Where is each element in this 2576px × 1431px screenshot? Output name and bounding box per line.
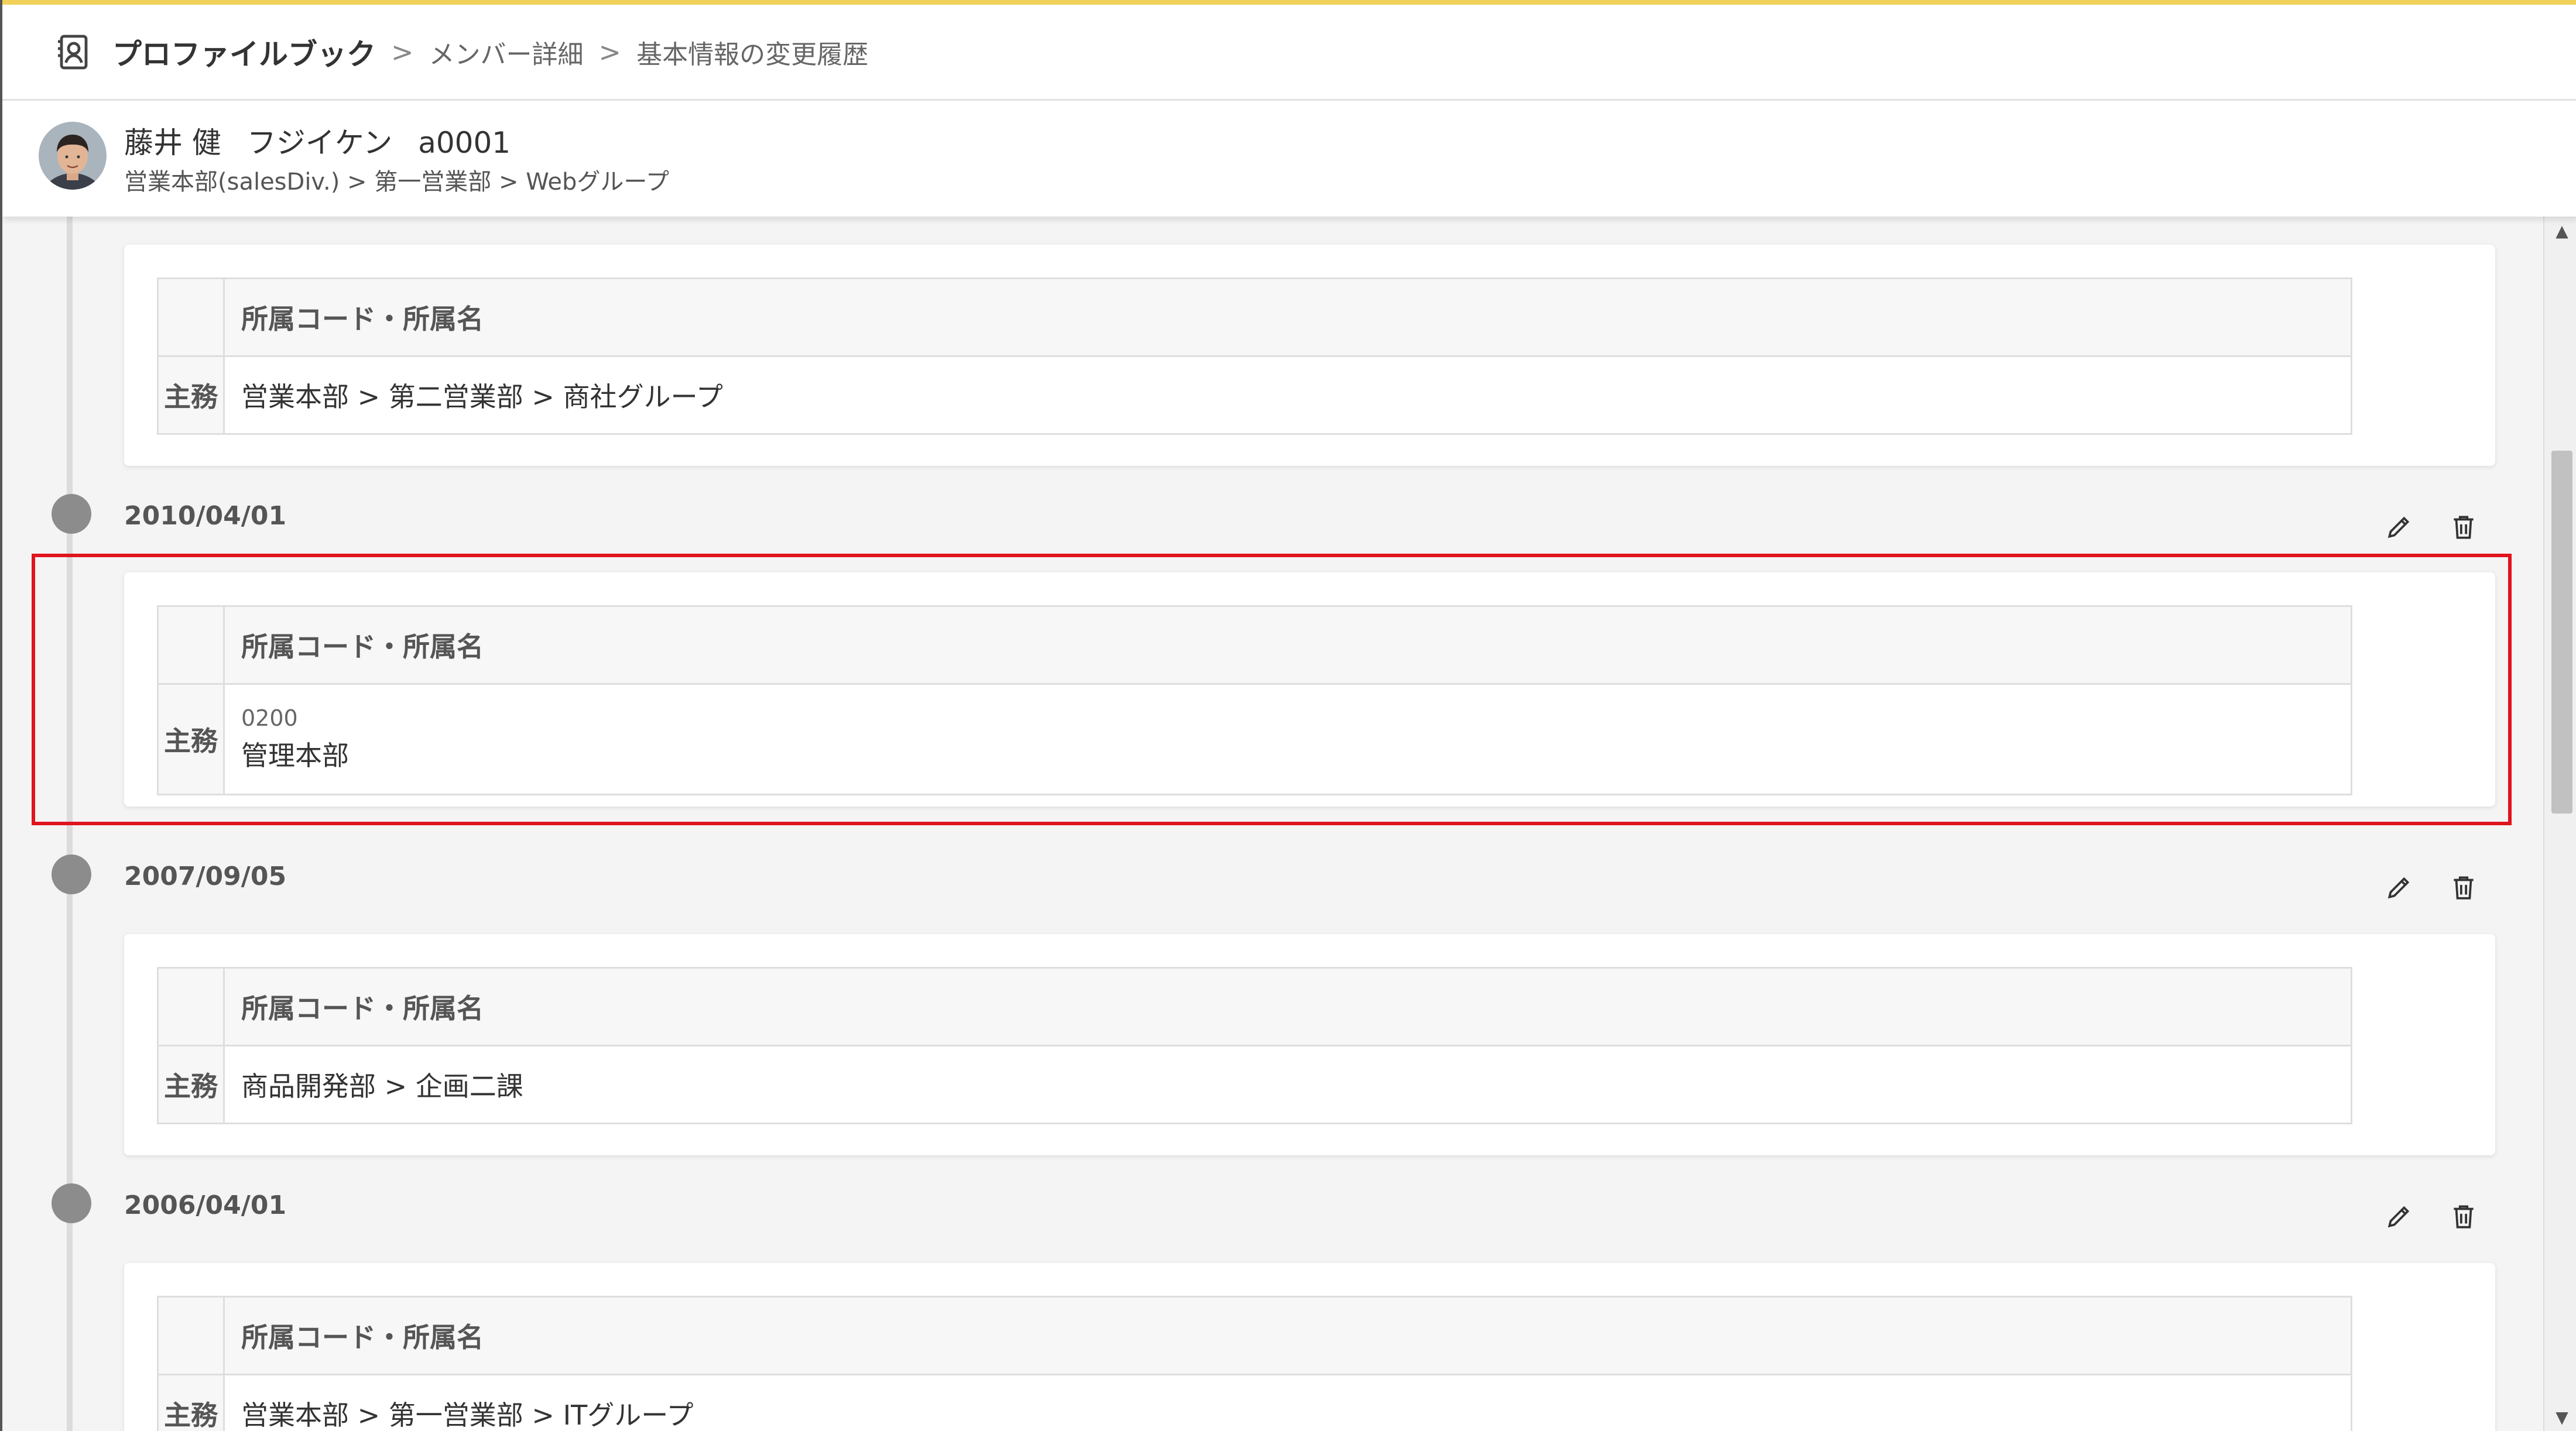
trash-icon[interactable]	[2447, 510, 2480, 543]
history-date: 2007/09/05	[124, 862, 287, 891]
trash-icon[interactable]	[2447, 1200, 2480, 1233]
affiliation-code: 0200	[241, 705, 298, 731]
row-label: 主務	[157, 1045, 225, 1124]
table-corner-cell	[157, 277, 225, 357]
row-label: 主務	[157, 1374, 225, 1431]
column-header: 所属コード・所属名	[223, 605, 2352, 685]
breadcrumb-member-detail[interactable]: メンバー詳細	[429, 33, 584, 71]
pencil-icon[interactable]	[2383, 871, 2416, 904]
history-timeline: 所属コード・所属名 主務 営業本部 > 第二営業部 > 商社グループ 2010/…	[2, 217, 2543, 1431]
scroll-up-arrow-icon[interactable]: ▲	[2544, 219, 2576, 242]
history-date: 2006/04/01	[124, 1190, 287, 1220]
app-header: プロファイルブック > メンバー詳細 > 基本情報の変更履歴	[2, 5, 2576, 101]
timeline-dot	[52, 855, 91, 894]
trash-icon[interactable]	[2447, 871, 2480, 904]
member-kana: フジイケン	[246, 126, 393, 160]
history-date: 2010/04/01	[124, 501, 287, 531]
timeline-line	[67, 217, 73, 1431]
top-accent-bar	[2, 0, 2576, 5]
pencil-icon[interactable]	[2383, 510, 2416, 543]
table-corner-cell	[157, 1296, 225, 1375]
profile-book-icon[interactable]	[52, 30, 96, 74]
timeline-dot	[52, 1183, 91, 1223]
timeline-dot	[52, 494, 91, 534]
affiliation-cell: 0200 管理本部	[223, 683, 2352, 795]
table-corner-cell	[157, 967, 225, 1046]
member-name-line: 藤井 健 フジイケン a0001	[124, 119, 527, 162]
breadcrumb-separator: >	[598, 36, 622, 68]
member-summary: 藤井 健 フジイケン a0001 営業本部(salesDiv.) > 第一営業部…	[2, 101, 2576, 217]
pencil-icon[interactable]	[2383, 1200, 2416, 1233]
affiliation-table: 所属コード・所属名 主務 営業本部 > 第一営業部 > ITグループ	[157, 1296, 2352, 1431]
vertical-scrollbar[interactable]: ▲ ▼	[2543, 217, 2576, 1431]
affiliation-table: 所属コード・所属名 主務 0200 管理本部	[157, 605, 2352, 795]
affiliation-name: 営業本部 > 第二営業部 > 商社グループ	[223, 355, 2352, 435]
table-row: 主務 営業本部 > 第二営業部 > 商社グループ	[157, 355, 2352, 435]
history-card: 所属コード・所属名 主務 商品開発部 > 企画二課	[124, 934, 2495, 1155]
column-header: 所属コード・所属名	[223, 967, 2352, 1046]
row-label: 主務	[157, 683, 225, 795]
breadcrumb-root[interactable]: プロファイルブック	[112, 31, 376, 73]
affiliation-name: 管理本部	[241, 740, 349, 771]
history-card: 所属コード・所属名 主務 営業本部 > 第二営業部 > 商社グループ	[124, 245, 2495, 466]
app-window: プロファイルブック > メンバー詳細 > 基本情報の変更履歴 藤井 健 フジイケ…	[0, 0, 2576, 1431]
avatar	[39, 122, 107, 190]
column-header: 所属コード・所属名	[223, 1296, 2352, 1375]
scroll-down-arrow-icon[interactable]: ▼	[2544, 1405, 2576, 1429]
table-corner-cell	[157, 605, 225, 685]
table-row: 主務 0200 管理本部	[157, 683, 2352, 795]
scrollbar-thumb[interactable]	[2551, 451, 2572, 814]
history-card: 所属コード・所属名 主務 0200 管理本部	[124, 572, 2495, 807]
column-header: 所属コード・所属名	[223, 277, 2352, 357]
member-name: 藤井 健	[124, 126, 221, 160]
affiliation-table: 所属コード・所属名 主務 商品開発部 > 企画二課	[157, 967, 2352, 1124]
breadcrumb-history: 基本情報の変更履歴	[636, 39, 869, 70]
row-label: 主務	[157, 355, 225, 435]
member-code: a0001	[418, 126, 511, 160]
table-row: 主務 営業本部 > 第一営業部 > ITグループ	[157, 1374, 2352, 1431]
affiliation-name: 商品開発部 > 企画二課	[223, 1045, 2352, 1124]
member-department-path: 営業本部(salesDiv.) > 第一営業部 > Webグループ	[124, 169, 670, 195]
breadcrumb-separator: >	[391, 36, 414, 68]
table-row: 主務 商品開発部 > 企画二課	[157, 1045, 2352, 1124]
affiliation-table: 所属コード・所属名 主務 営業本部 > 第二営業部 > 商社グループ	[157, 277, 2352, 435]
history-card: 所属コード・所属名 主務 営業本部 > 第一営業部 > ITグループ	[124, 1263, 2495, 1431]
affiliation-name: 営業本部 > 第一営業部 > ITグループ	[223, 1374, 2352, 1431]
